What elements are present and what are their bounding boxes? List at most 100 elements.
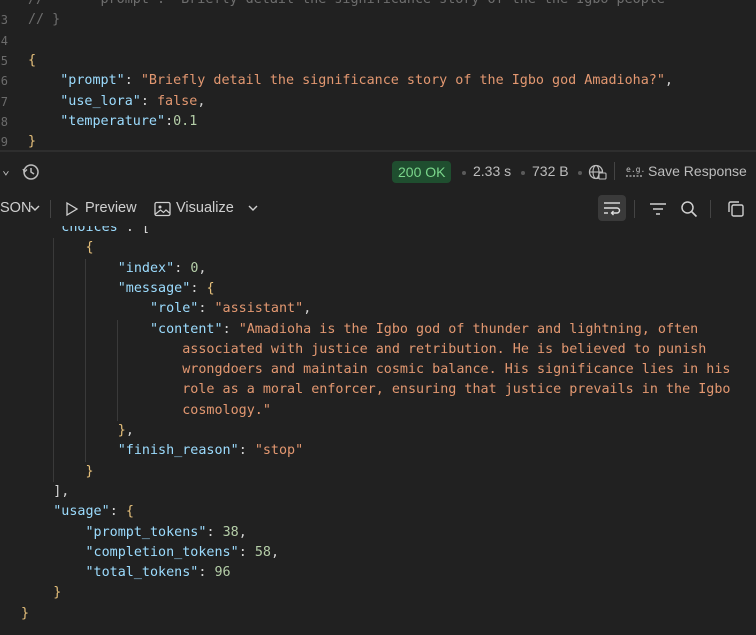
- code-line[interactable]: // "prompt": "Briefly detail the signifi…: [0, 0, 756, 10]
- code-text: // "prompt": "Briefly detail the signifi…: [28, 0, 673, 10]
- code-line[interactable]: 5{: [0, 51, 756, 71]
- json-line[interactable]: "role": "assistant",: [21, 299, 756, 319]
- copy-icon[interactable]: [727, 200, 745, 218]
- json-line[interactable]: "content": "Amadioha is the Igbo god of …: [21, 320, 756, 340]
- separator-dot: [578, 171, 582, 175]
- visualize-tab[interactable]: Visualize: [176, 200, 234, 216]
- code-token: {: [206, 280, 215, 296]
- code-line[interactable]: 3 // }: [0, 10, 756, 30]
- json-line[interactable]: "choices": [: [21, 226, 756, 238]
- json-line[interactable]: }: [21, 604, 756, 624]
- code-token: role as a moral enforcer, ensuring that …: [182, 382, 731, 398]
- code-text: // }: [28, 10, 60, 30]
- code-token: }: [28, 134, 37, 150]
- code-token: {: [125, 504, 134, 520]
- code-line[interactable]: 6 "prompt": "Briefly detail the signific…: [0, 71, 756, 91]
- response-meta-bar: ⌄ 200 OK 2.33 s 732 B e.g. Save Response: [0, 152, 756, 192]
- network-globe-icon[interactable]: [588, 163, 608, 181]
- filter-icon[interactable]: [649, 201, 667, 217]
- json-line[interactable]: "total_tokens": 96: [21, 563, 756, 583]
- code-text: }: [28, 132, 36, 150]
- history-icon[interactable]: [22, 163, 40, 181]
- json-line[interactable]: ],: [21, 482, 756, 502]
- play-icon[interactable]: [64, 201, 80, 217]
- json-line[interactable]: "completion_tokens": 58,: [21, 543, 756, 563]
- json-line[interactable]: }: [21, 462, 756, 482]
- chevron-down-icon[interactable]: ⌄: [2, 163, 10, 178]
- code-token: "finish_reason": [117, 443, 239, 459]
- code-token: "stop": [254, 443, 304, 459]
- json-line[interactable]: cosmology.": [21, 401, 756, 421]
- code-token: "usage": [53, 504, 110, 520]
- code-token: "use_lora": [60, 93, 141, 109]
- code-token: :: [198, 301, 215, 317]
- code-line[interactable]: 7 "use_lora": false,: [0, 92, 756, 112]
- preview-tab[interactable]: Preview: [85, 200, 137, 216]
- separator: [614, 162, 615, 180]
- format-select[interactable]: SON: [0, 200, 31, 216]
- json-line[interactable]: role as a moral enforcer, ensuring that …: [21, 380, 756, 400]
- line-number: 8: [0, 114, 8, 129]
- json-line[interactable]: "prompt_tokens": 38,: [21, 523, 756, 543]
- code-token: false: [157, 93, 198, 109]
- code-line[interactable]: 4: [0, 31, 756, 51]
- json-line[interactable]: "usage": {: [21, 502, 756, 522]
- code-token: :: [198, 565, 215, 581]
- code-token: {: [85, 240, 94, 256]
- code-text: {: [28, 51, 36, 71]
- wrap-lines-icon: [604, 202, 621, 216]
- code-token: "total_tokens": [85, 565, 199, 581]
- code-token: :: [222, 321, 239, 337]
- code-token: :: [140, 93, 157, 109]
- code-token: associated with justice and retribution.…: [182, 341, 707, 357]
- response-body-viewer[interactable]: "choices": [ { "index": 0, "message": { …: [0, 226, 756, 635]
- json-line[interactable]: wrongdoers and maintain cosmic balance. …: [21, 360, 756, 380]
- status-badge: 200 OK: [392, 161, 452, 183]
- save-response-button[interactable]: Save Response: [648, 163, 747, 179]
- line-number: 4: [0, 33, 8, 48]
- json-line[interactable]: },: [21, 421, 756, 441]
- code-token: "prompt_tokens": [85, 524, 207, 540]
- code-token: "message": [117, 280, 191, 296]
- code-line[interactable]: 9}: [0, 132, 756, 150]
- separator: [634, 200, 635, 218]
- json-line[interactable]: "message": {: [21, 279, 756, 299]
- separator: [50, 200, 51, 218]
- code-token: ,: [303, 301, 312, 317]
- separator: [710, 200, 711, 218]
- chevron-down-icon[interactable]: [29, 203, 41, 213]
- code-token: // }: [28, 12, 61, 28]
- line-number: 9: [0, 135, 8, 150]
- json-line[interactable]: associated with justice and retribution.…: [21, 340, 756, 360]
- chevron-down-icon[interactable]: [247, 203, 259, 213]
- code-token: ,: [664, 73, 673, 89]
- code-token: cosmology.": [182, 402, 271, 418]
- json-line[interactable]: "finish_reason": "stop": [21, 441, 756, 461]
- json-line[interactable]: "index": 0,: [21, 259, 756, 279]
- search-icon[interactable]: [680, 200, 698, 218]
- image-icon[interactable]: [154, 201, 171, 217]
- response-size[interactable]: 732 B: [532, 163, 569, 179]
- response-toolbar: SON Preview Visualize: [0, 192, 756, 226]
- json-line[interactable]: {: [21, 238, 756, 258]
- wrap-lines-button[interactable]: [598, 195, 626, 221]
- line-number: 7: [0, 94, 8, 109]
- json-line[interactable]: }: [21, 583, 756, 603]
- save-response-icon[interactable]: e.g.: [626, 164, 644, 180]
- code-token: ,: [197, 93, 206, 109]
- code-token: 0.1: [173, 113, 198, 129]
- response-time[interactable]: 2.33 s: [473, 163, 511, 179]
- separator-dot: [462, 171, 466, 175]
- code-line[interactable]: 8 "temperature":0.1: [0, 112, 756, 132]
- request-body-editor[interactable]: // "prompt": "Briefly detail the signifi…: [0, 0, 756, 150]
- code-token: :: [165, 113, 174, 129]
